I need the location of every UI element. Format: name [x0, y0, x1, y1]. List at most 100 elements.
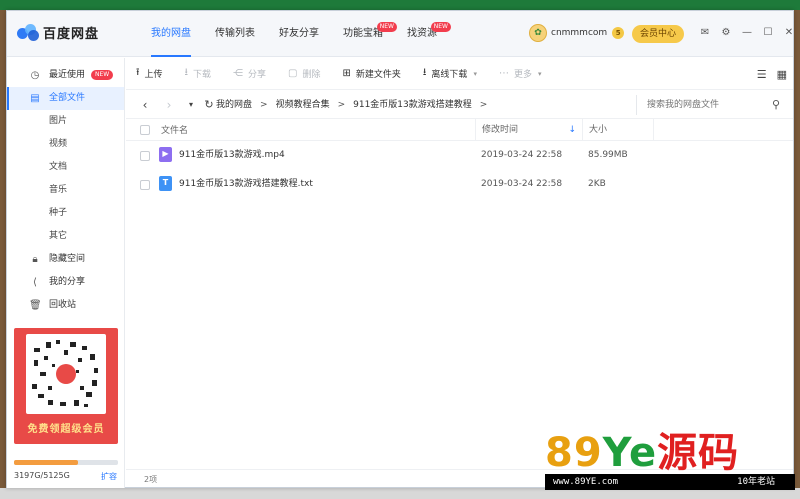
trash-icon: 🗑︎: [29, 300, 42, 311]
sidebar: ◷ 最近使用 NEW ▤ 全部文件 图片 视频 文档 音乐 种子 其它 🔒︎ 隐藏空间 …: [7, 58, 125, 488]
sidebar-item-other[interactable]: 其它: [7, 225, 124, 248]
button-label: 下载: [193, 70, 212, 80]
sidebar-item-my-shares[interactable]: ⟨ 我的分享: [7, 271, 124, 294]
window-controls: ✉ ⚙ — ☐ ✕: [699, 26, 795, 40]
more-button[interactable]: ⋯ 更多 ▾: [499, 67, 542, 80]
sidebar-item-label: 图片: [49, 116, 68, 126]
column-header-name[interactable]: 文件名: [161, 123, 188, 136]
delete-button[interactable]: ▢ 删除: [288, 67, 320, 80]
sidebar-item-label: 其它: [49, 231, 68, 241]
grid-view-icon[interactable]: ▦: [777, 68, 787, 81]
item-count: 2项: [144, 475, 158, 484]
tab-my-netdisk[interactable]: 我的网盘: [139, 11, 203, 57]
row-checkbox[interactable]: [140, 151, 150, 161]
sidebar-item-all-files[interactable]: ▤ 全部文件: [7, 87, 124, 110]
row-checkbox[interactable]: [140, 180, 150, 190]
gear-icon[interactable]: ⚙: [720, 26, 732, 40]
sidebar-item-torrents[interactable]: 种子: [7, 202, 124, 225]
username[interactable]: cnmmmcom: [551, 28, 607, 38]
user-info[interactable]: ✿ cnmmmcom 5: [529, 24, 625, 42]
back-arrow-icon[interactable]: ‹: [136, 98, 154, 112]
breadcrumb-item[interactable]: 我的网盘: [216, 100, 252, 110]
clock-icon: ◷: [30, 70, 40, 81]
sidebar-item-hidden-space[interactable]: 🔒︎ 隐藏空间: [7, 248, 124, 271]
watermark-tagline: 10年老站: [737, 477, 775, 487]
storage-quota-text: 3197G/5125G: [14, 471, 70, 480]
share-icon: ⟨: [33, 277, 37, 288]
tab-friend-share[interactable]: 好友分享: [267, 11, 331, 57]
minimize-icon[interactable]: —: [741, 26, 753, 40]
history-dropdown-icon[interactable]: ▾: [182, 100, 200, 109]
button-label: 新建文件夹: [355, 70, 401, 80]
vip-level-badge: 5: [612, 27, 625, 39]
tab-label: 传输列表: [215, 28, 255, 39]
baidu-netdisk-window: 百度网盘 我的网盘 传输列表 好友分享 功能宝箱 NEW 找资源 NEW ✿ cnm…: [6, 10, 794, 488]
toolbar: ⭱ 上传 ⭳ 下载 ⋲ 分享 ▢ 删除 ⊞ 新建文件夹 ⭳ 离线下载 ▾ ⋯ 更多 ▾ ☰ ▦: [126, 58, 793, 90]
table-row[interactable]: ▶ 911金币版13款游戏.mp4 2019-03-24 22:58 85.99…: [126, 141, 793, 170]
forward-arrow-icon[interactable]: ›: [160, 98, 178, 112]
sidebar-item-label: 回收站: [49, 300, 77, 310]
sidebar-item-images[interactable]: 图片: [7, 110, 124, 133]
sidebar-item-music[interactable]: 音乐: [7, 179, 124, 202]
download-button[interactable]: ⭳ 下载: [185, 65, 212, 82]
breadcrumb-item[interactable]: 911金币版13款游戏搭建教程: [353, 100, 472, 110]
share-icon: ⋲: [233, 68, 244, 79]
avatar[interactable]: ✿: [529, 24, 547, 42]
select-all-checkbox[interactable]: [140, 125, 150, 135]
sidebar-item-label: 我的分享: [49, 277, 86, 287]
qr-logo-icon: [56, 364, 76, 384]
search-box: ⚲: [636, 95, 788, 115]
upload-button[interactable]: ⭱ 上传: [136, 65, 163, 82]
share-button[interactable]: ⋲ 分享: [233, 67, 266, 80]
app-title: 百度网盘: [43, 27, 100, 42]
tab-find-resources[interactable]: 找资源 NEW: [395, 11, 451, 57]
watermark-part: Ye: [602, 430, 658, 476]
search-icon[interactable]: ⚲: [772, 98, 780, 111]
promo-banner[interactable]: 免费领超级会员: [14, 328, 118, 444]
sidebar-item-recycle-bin[interactable]: 🗑︎ 回收站: [7, 294, 124, 317]
close-icon[interactable]: ✕: [783, 26, 795, 40]
upload-icon: ⭱: [136, 67, 140, 78]
column-header-size[interactable]: 大小: [582, 118, 654, 141]
tab-toolbox[interactable]: 功能宝箱 NEW: [331, 11, 397, 57]
search-input[interactable]: [637, 95, 757, 115]
expand-storage-link[interactable]: 扩容: [101, 471, 117, 482]
sidebar-item-documents[interactable]: 文档: [7, 156, 124, 179]
breadcrumb: 我的网盘 > 视频教程合集 >911金币版13款游戏搭建教程 >: [216, 91, 495, 119]
sidebar-item-label: 视频: [49, 139, 68, 149]
breadcrumb-separator: >: [260, 100, 268, 110]
table-row[interactable]: T 911金币版13款游戏搭建教程.txt 2019-03-24 22:58 2…: [126, 170, 793, 199]
app-logo: 百度网盘: [17, 23, 99, 42]
file-size: 85.99MB: [588, 150, 628, 160]
lock-icon: 🔒︎: [32, 254, 38, 265]
file-name[interactable]: 911金币版13款游戏.mp4: [179, 141, 285, 170]
tab-transfer-list[interactable]: 传输列表: [203, 11, 267, 57]
button-label: 更多: [513, 70, 532, 80]
file-name[interactable]: 911金币版13款游戏搭建教程.txt: [179, 170, 313, 199]
column-header-time[interactable]: 修改时间 ↓: [475, 118, 582, 141]
sidebar-item-label: 种子: [49, 208, 68, 218]
sidebar-item-label: 最近使用: [49, 70, 86, 80]
file-size: 2KB: [588, 179, 606, 189]
list-view-icon[interactable]: ☰: [757, 68, 767, 81]
breadcrumb-item[interactable]: 视频教程合集: [276, 100, 330, 110]
button-label: 删除: [302, 70, 321, 80]
document-icon: ▤: [30, 93, 40, 104]
maximize-icon[interactable]: ☐: [762, 26, 774, 40]
sidebar-item-recent[interactable]: ◷ 最近使用 NEW: [7, 64, 124, 87]
new-folder-icon: ⊞: [342, 68, 351, 79]
file-table: 文件名 修改时间 ↓ 大小 ▶ 911金币版13款游戏.mp4 2019-03-2…: [126, 118, 793, 199]
more-icon: ⋯: [498, 68, 509, 79]
file-modified-time: 2019-03-24 22:58: [481, 150, 563, 160]
offline-download-button[interactable]: ⭳ 离线下载 ▾: [423, 65, 477, 82]
breadcrumb-separator: >: [337, 100, 346, 110]
offline-download-icon: ⭳: [422, 67, 427, 78]
sidebar-item-label: 全部文件: [49, 93, 86, 103]
new-badge: NEW: [376, 22, 397, 32]
promo-text: 免费领超级会员: [27, 424, 105, 435]
sidebar-item-videos[interactable]: 视频: [7, 133, 124, 156]
mail-icon[interactable]: ✉: [699, 26, 711, 40]
new-badge: NEW: [430, 22, 451, 32]
new-folder-button[interactable]: ⊞ 新建文件夹: [343, 67, 401, 80]
member-center-button[interactable]: 会员中心: [632, 25, 684, 43]
